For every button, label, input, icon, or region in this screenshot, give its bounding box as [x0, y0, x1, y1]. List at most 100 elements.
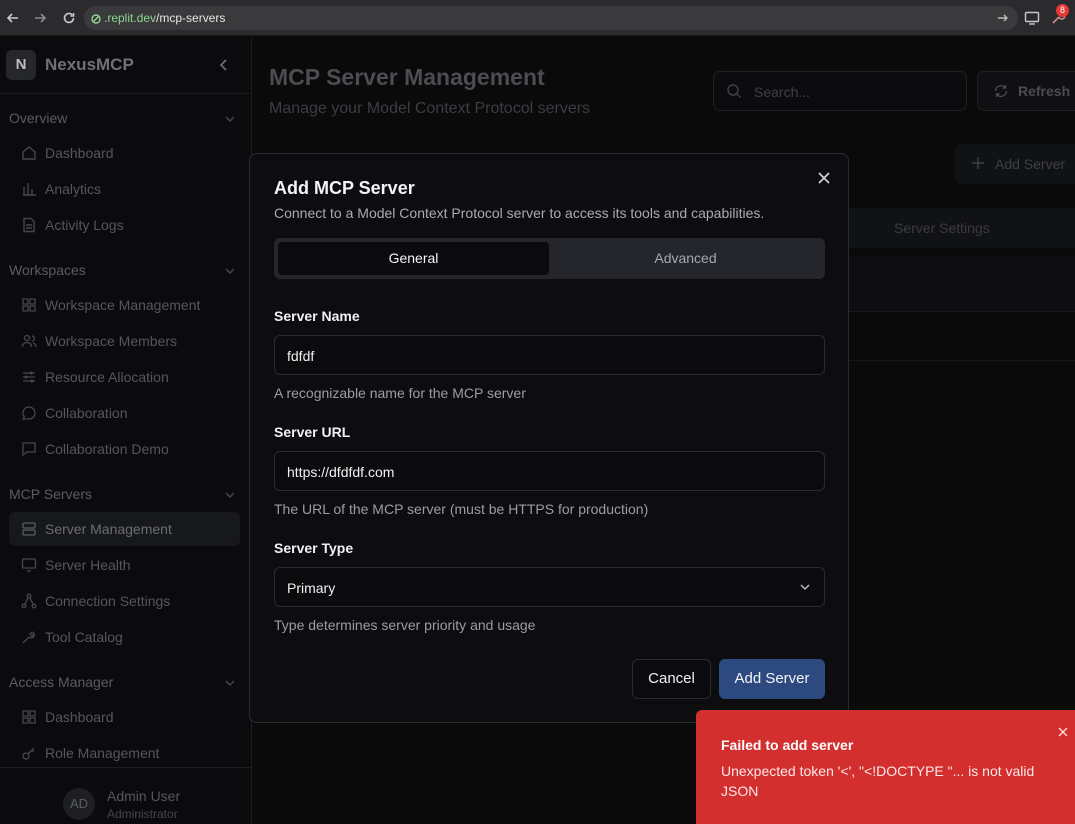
page-title: MCP Server Management: [269, 64, 545, 90]
sidebar-item-label: Role Management: [45, 745, 160, 761]
section-title-workspaces[interactable]: Workspaces: [9, 262, 86, 278]
error-toast: Failed to add server Unexpected token '<…: [696, 710, 1075, 824]
sidebar-item-collaboration[interactable]: Collaboration: [9, 396, 240, 430]
chevron-down-icon: [798, 580, 812, 594]
server-name-field[interactable]: fdfdf: [274, 335, 825, 375]
tab-label: Server Settings: [894, 220, 990, 236]
sidebar-item-activity-logs[interactable]: Activity Logs: [9, 208, 240, 242]
sidebar-item-label: Resource Allocation: [45, 369, 169, 385]
refresh-label: Refresh: [1018, 83, 1071, 99]
user-name: Admin User: [107, 788, 181, 804]
sidebar-collapse-icon[interactable]: [216, 57, 232, 73]
sidebar-item-label: Dashboard: [45, 709, 114, 725]
sidebar-item-label: Workspace Management: [45, 297, 201, 313]
grid-icon: [21, 297, 37, 313]
tab-list: General Advanced: [274, 238, 825, 279]
dialog-description: Connect to a Model Context Protocol serv…: [274, 205, 765, 221]
sidebar-item-resource-allocation[interactable]: Resource Allocation: [9, 360, 240, 394]
close-icon[interactable]: [816, 170, 832, 186]
add-server-button[interactable]: Add Server: [955, 144, 1075, 184]
sidebar-item-tool-catalog[interactable]: Tool Catalog: [9, 620, 240, 654]
server-type-hint: Type determines server priority and usag…: [274, 617, 536, 633]
table-row: [848, 256, 1075, 312]
brand-name: NexusMCP: [45, 55, 134, 74]
cancel-button[interactable]: Cancel: [632, 659, 711, 699]
network-icon: [21, 593, 37, 609]
chevron-down-icon[interactable]: [223, 488, 237, 502]
toast-title: Failed to add server: [721, 737, 854, 753]
sidebar-item-server-health[interactable]: Server Health: [9, 548, 240, 582]
go-arrow-icon[interactable]: [996, 11, 1010, 25]
secure-connection-icon: [90, 12, 102, 24]
search-icon: [726, 83, 742, 99]
server-icon: [21, 521, 37, 537]
sidebar-item-collaboration-demo[interactable]: Collaboration Demo: [9, 432, 240, 466]
users-icon: [21, 333, 37, 349]
server-url-label: Server URL: [274, 424, 351, 440]
address-bar[interactable]: .replit.dev/mcp-servers: [84, 6, 1018, 30]
section-title-overview[interactable]: Overview: [9, 110, 67, 126]
server-url-value: https://dfdfdf.com: [287, 464, 395, 480]
sliders-icon: [21, 369, 37, 385]
grid-icon: [21, 709, 37, 725]
sidebar-item-label: Workspace Members: [45, 333, 178, 349]
bar-chart-icon: [21, 181, 37, 197]
wrench-icon: [21, 629, 37, 645]
message-square-icon: [21, 441, 37, 457]
chat-bubble-icon: [21, 405, 37, 421]
tab-general[interactable]: General: [278, 242, 549, 275]
sidebar-item-dashboard[interactable]: Dashboard: [9, 136, 240, 170]
extension-badge: 8: [1056, 4, 1069, 17]
section-title-mcp-servers[interactable]: MCP Servers: [9, 486, 92, 502]
add-server-label: Add Server: [995, 156, 1066, 172]
back-icon[interactable]: [4, 9, 22, 27]
sidebar-item-label: Collaboration Demo: [45, 441, 169, 457]
page-subtitle: Manage your Model Context Protocol serve…: [269, 100, 591, 117]
divider: [0, 767, 251, 768]
sidebar-item-analytics[interactable]: Analytics: [9, 172, 240, 206]
server-type-value: Primary: [287, 580, 336, 596]
add-mcp-server-dialog: Add MCP Server Connect to a Model Contex…: [249, 153, 849, 723]
server-type-label: Server Type: [274, 540, 354, 556]
server-type-select[interactable]: Primary: [274, 567, 825, 607]
refresh-button[interactable]: Refresh: [977, 71, 1075, 111]
server-name-hint: A recognizable name for the MCP server: [274, 385, 526, 401]
sidebar-item-label: Activity Logs: [45, 217, 124, 233]
sidebar-item-server-management[interactable]: Server Management: [9, 512, 240, 546]
sidebar-item-label: Dashboard: [45, 145, 114, 161]
table-row: [848, 313, 1075, 361]
avatar[interactable]: AD: [63, 788, 95, 820]
cast-icon[interactable]: [1023, 9, 1041, 27]
forward-icon[interactable]: [31, 9, 49, 27]
divider: [0, 93, 251, 94]
sidebar-item-workspace-management[interactable]: Workspace Management: [9, 288, 240, 322]
chevron-down-icon[interactable]: [223, 264, 237, 278]
reload-icon[interactable]: [60, 9, 78, 27]
document-icon: [21, 217, 37, 233]
home-icon: [21, 145, 37, 161]
tab-advanced[interactable]: Advanced: [550, 242, 821, 275]
sidebar-item-role-management[interactable]: Role Management: [9, 736, 240, 770]
chevron-down-icon[interactable]: [223, 112, 237, 126]
toast-message: Unexpected token '<', "<!DOCTYPE "... is…: [721, 763, 1035, 799]
server-url-hint: The URL of the MCP server (must be HTTPS…: [274, 501, 649, 517]
sidebar-item-connection-settings[interactable]: Connection Settings: [9, 584, 240, 618]
chevron-down-icon[interactable]: [223, 676, 237, 690]
sidebar-item-access-dashboard[interactable]: Dashboard: [9, 700, 240, 734]
section-title-access-manager[interactable]: Access Manager: [9, 674, 113, 690]
key-icon: [21, 745, 37, 761]
server-url-field[interactable]: https://dfdfdf.com: [274, 451, 825, 491]
close-icon[interactable]: [1057, 725, 1069, 737]
sidebar-item-label: Collaboration: [45, 405, 128, 421]
brand-logo: N: [6, 50, 36, 80]
sidebar-item-label: Server Management: [45, 521, 172, 537]
add-server-submit-button[interactable]: Add Server: [719, 659, 825, 699]
sidebar-item-workspace-members[interactable]: Workspace Members: [9, 324, 240, 358]
search-input[interactable]: Search...: [713, 71, 967, 111]
monitor-icon: [21, 557, 37, 573]
plus-icon: [971, 156, 985, 170]
dialog-title: Add MCP Server: [274, 178, 415, 198]
server-name-label: Server Name: [274, 308, 360, 324]
sidebar-item-label: Analytics: [45, 181, 102, 197]
tab-server-settings[interactable]: Server Settings: [848, 208, 1075, 248]
